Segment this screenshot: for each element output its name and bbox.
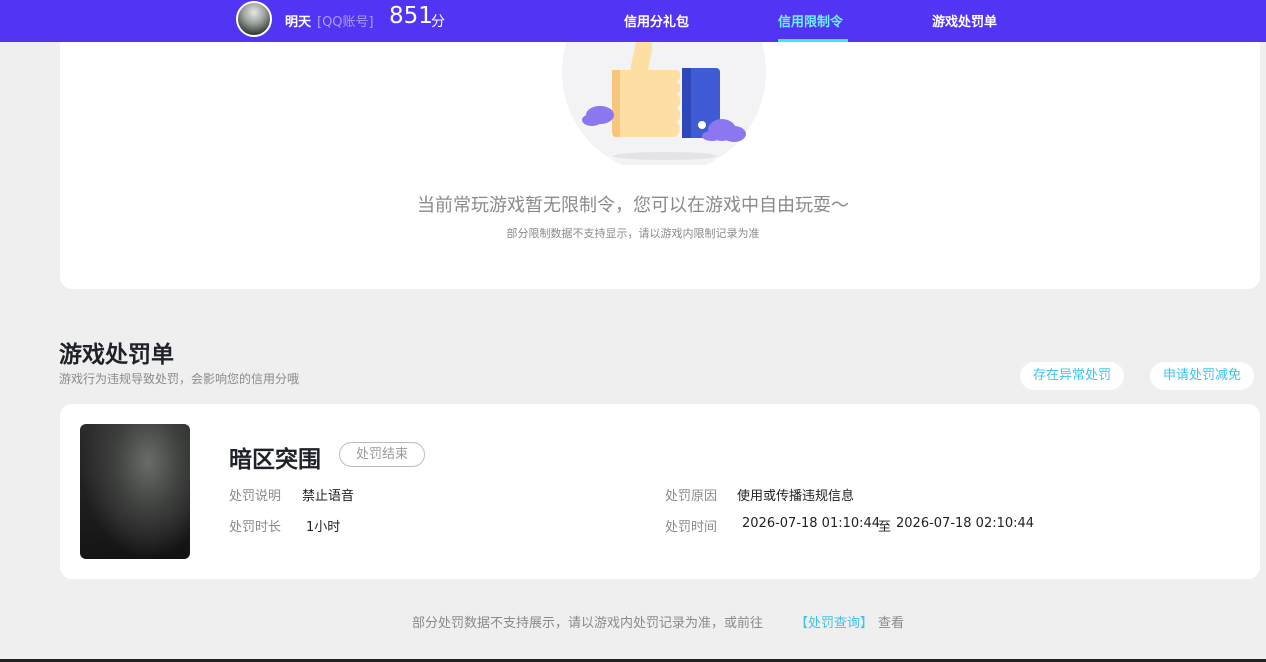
empty-restriction-message: 当前常玩游戏暂无限制令，您可以在游戏中自由玩耍～	[417, 195, 849, 216]
footer-note-tail: 查看	[878, 616, 905, 631]
account-type: [QQ账号]	[317, 15, 374, 30]
apply-penalty-reduction-button[interactable]: 申请处罚减免	[1150, 362, 1255, 390]
footer-note: 部分处罚数据不支持展示，请以游戏内处罚记录为准，或前往	[412, 616, 764, 631]
restriction-note: 部分限制数据不支持显示，请以游戏内限制记录为准	[506, 227, 760, 240]
avatar[interactable]	[236, 1, 272, 37]
credit-score: 851	[389, 3, 433, 29]
penalty-section-subtitle: 游戏行为违规导致处罚，会影响您的信用分哦	[59, 372, 300, 386]
penalty-reason-value: 使用或传播违规信息	[737, 489, 855, 504]
penalty-time-end: 2026-07-18 02:10:44	[896, 516, 1035, 531]
penalty-desc-label: 处罚说明	[229, 489, 282, 504]
tab-credit-gift[interactable]: 信用分礼包	[624, 11, 689, 30]
penalty-section-title: 游戏处罚单	[59, 342, 174, 368]
game-cover-image	[80, 424, 190, 559]
penalty-query-link[interactable]: 【处罚查询】	[795, 612, 873, 631]
report-abnormal-penalty-button[interactable]: 存在异常处罚	[1020, 362, 1125, 390]
penalty-reason-label: 处罚原因	[665, 489, 718, 504]
username: 明天	[285, 15, 312, 30]
penalty-duration-label: 处罚时长	[229, 520, 282, 535]
penalty-time-label: 处罚时间	[665, 520, 718, 535]
penalty-time-start: 2026-07-18 01:10:44	[742, 516, 881, 531]
credit-score-unit: 分	[431, 14, 445, 30]
penalty-time-separator: 至	[878, 520, 892, 535]
status-badge: 处罚结束	[339, 442, 425, 467]
penalty-duration-value: 1小时	[306, 520, 341, 535]
top-navigation-bar: 明天 [QQ账号] 851 分 信用分礼包 信用限制令 游戏处罚单	[0, 0, 1266, 42]
tab-game-penalty[interactable]: 游戏处罚单	[932, 11, 997, 30]
active-tab-indicator	[778, 39, 848, 42]
penalty-desc-value: 禁止语音	[302, 489, 355, 504]
game-title: 暗区突围	[229, 447, 321, 473]
tab-credit-restriction[interactable]: 信用限制令	[778, 11, 843, 30]
